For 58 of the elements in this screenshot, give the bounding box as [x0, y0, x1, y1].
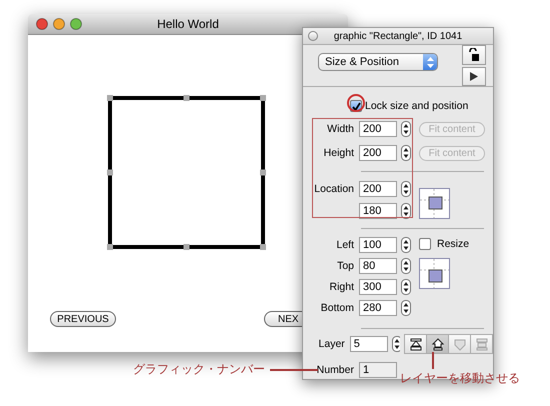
- number-field[interactable]: 280: [359, 300, 397, 316]
- number-field[interactable]: 80: [359, 258, 397, 274]
- field-label: Width: [326, 123, 354, 135]
- number-field[interactable]: 100: [359, 237, 397, 253]
- stack-down-icon: [474, 338, 488, 350]
- layer-button[interactable]: [426, 334, 449, 354]
- panel-title: graphic "Rectangle", ID 1041: [334, 30, 462, 42]
- padlock-icon: [469, 48, 479, 62]
- stack-up-icon: [408, 338, 422, 350]
- play-icon: [470, 72, 478, 81]
- window-title: Hello World: [157, 17, 219, 31]
- field-label: Height: [322, 147, 354, 159]
- window-control-icon[interactable]: [70, 18, 82, 30]
- field-label: Bottom: [320, 302, 354, 314]
- up-arrow-icon: [430, 338, 444, 350]
- number-field[interactable]: 300: [359, 279, 397, 295]
- down-arrow-icon: [452, 338, 466, 350]
- field-label: Number: [316, 364, 354, 376]
- stepper[interactable]: [401, 300, 411, 316]
- stepper[interactable]: [401, 279, 411, 295]
- number-field[interactable]: 1: [359, 362, 397, 378]
- number-field[interactable]: 200: [359, 121, 397, 137]
- stepper[interactable]: [401, 237, 411, 253]
- number-field[interactable]: 200: [359, 181, 397, 197]
- leader-line: [432, 352, 434, 369]
- pane-menu[interactable]: Size & Position: [318, 53, 438, 71]
- position-preview-icon: [419, 258, 450, 289]
- stepper[interactable]: [392, 336, 400, 352]
- stepper[interactable]: [401, 258, 411, 274]
- checkbox-label: Resize: [437, 238, 470, 250]
- field-label: Layer: [318, 338, 345, 350]
- layer-button[interactable]: [404, 334, 427, 354]
- up-down-arrows-icon: [426, 56, 434, 68]
- number-field[interactable]: 5: [350, 336, 388, 352]
- window-control-icon[interactable]: [36, 18, 48, 30]
- field-label: Left: [335, 239, 354, 251]
- stepper[interactable]: [401, 145, 411, 161]
- stepper[interactable]: [401, 181, 411, 197]
- stepper[interactable]: [401, 203, 411, 219]
- field-label: Location: [313, 183, 354, 195]
- nav-button[interactable]: NEX: [264, 311, 302, 327]
- field-label: Top: [336, 260, 354, 272]
- position-preview-icon: [419, 188, 450, 219]
- window-control-icon[interactable]: [53, 18, 65, 30]
- number-field[interactable]: 200: [359, 145, 397, 161]
- field-label: Right: [328, 281, 354, 293]
- highlight-circle: [347, 94, 365, 112]
- nav-button[interactable]: PREVIOUS: [50, 311, 116, 327]
- expand-button[interactable]: [462, 66, 486, 86]
- leader-line: [270, 369, 318, 370]
- lock-button[interactable]: [462, 45, 486, 64]
- callout-text: レイヤーを移動させる: [400, 370, 520, 387]
- number-field[interactable]: 180: [359, 203, 397, 219]
- close-button[interactable]: [308, 31, 318, 41]
- stepper[interactable]: [401, 121, 411, 137]
- callout-text: グラフィック・ナンバー: [133, 361, 265, 378]
- checkbox-label: Lock size and position: [365, 100, 468, 112]
- checkbox[interactable]: [419, 238, 431, 250]
